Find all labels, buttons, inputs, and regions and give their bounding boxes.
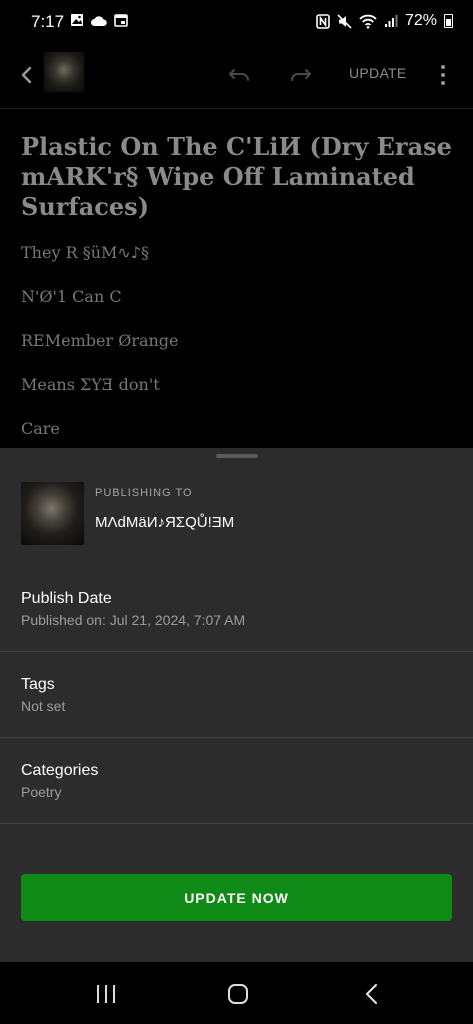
battery-percent: 72%: [404, 12, 437, 29]
publish-date-value: Published on: Jul 21, 2024, 7:07 AM: [21, 612, 246, 628]
tags-row[interactable]: Tags Not set: [0, 652, 473, 738]
status-right-icons: 72%: [316, 12, 453, 30]
system-nav-bar: [0, 962, 473, 1024]
tags-title: Tags: [21, 676, 55, 693]
back-icon[interactable]: [14, 62, 40, 88]
post-paragraph[interactable]: Means ΣYƎ don't: [21, 374, 453, 396]
cloud-icon: [91, 15, 107, 26]
site-name: MΛdMäИ♪ЯΣQŮ!ƎM: [95, 514, 235, 531]
post-content: Plastic On The C'LiИ (Dry Erase mARK'r§ …: [21, 132, 453, 462]
featured-image-thumbnail[interactable]: [44, 52, 84, 92]
battery-icon: [444, 14, 453, 28]
sheet-drag-handle[interactable]: [216, 454, 258, 458]
post-title[interactable]: Plastic On The C'LiИ (Dry Erase mARK'r§ …: [21, 132, 453, 222]
mute-icon: [337, 13, 352, 29]
categories-row[interactable]: Categories Poetry: [0, 738, 473, 824]
publishing-to-label: PUBLISHING TO: [95, 487, 193, 499]
categories-value: Poetry: [21, 784, 62, 800]
home-icon[interactable]: [226, 982, 250, 1006]
tags-value: Not set: [21, 698, 66, 714]
recents-icon[interactable]: [94, 982, 118, 1006]
back-nav-icon[interactable]: [360, 982, 384, 1006]
editor-app-bar: UPDATE: [0, 44, 473, 109]
publish-date-row[interactable]: Publish Date Published on: Jul 21, 2024,…: [0, 568, 473, 652]
post-paragraph[interactable]: Care: [21, 418, 453, 440]
wifi-icon: [359, 14, 377, 29]
update-now-button[interactable]: UPDATE NOW: [21, 874, 452, 921]
post-paragraph[interactable]: They R §üM∿♪§: [21, 242, 453, 264]
publish-date-title: Publish Date: [21, 590, 112, 607]
undo-icon[interactable]: [226, 62, 252, 88]
nfc-icon: [316, 13, 330, 29]
post-paragraph[interactable]: REMember Ørange: [21, 330, 453, 352]
signal-icon: [384, 15, 398, 27]
status-bar: 7:17 72%: [0, 0, 473, 44]
more-vert-icon[interactable]: [434, 60, 452, 90]
post-paragraph[interactable]: N'Ø'1 Can C: [21, 286, 453, 308]
site-icon: [21, 482, 84, 545]
status-time: 7:17: [31, 12, 65, 31]
image-icon: [71, 14, 83, 26]
redo-icon[interactable]: [288, 62, 314, 88]
publish-bottom-sheet: PUBLISHING TO MΛdMäИ♪ЯΣQŮ!ƎM Publish Dat…: [0, 448, 473, 962]
categories-title: Categories: [21, 762, 99, 779]
calendar-icon: [114, 14, 128, 27]
status-left-icons: [70, 13, 128, 27]
update-button[interactable]: UPDATE: [349, 65, 407, 81]
